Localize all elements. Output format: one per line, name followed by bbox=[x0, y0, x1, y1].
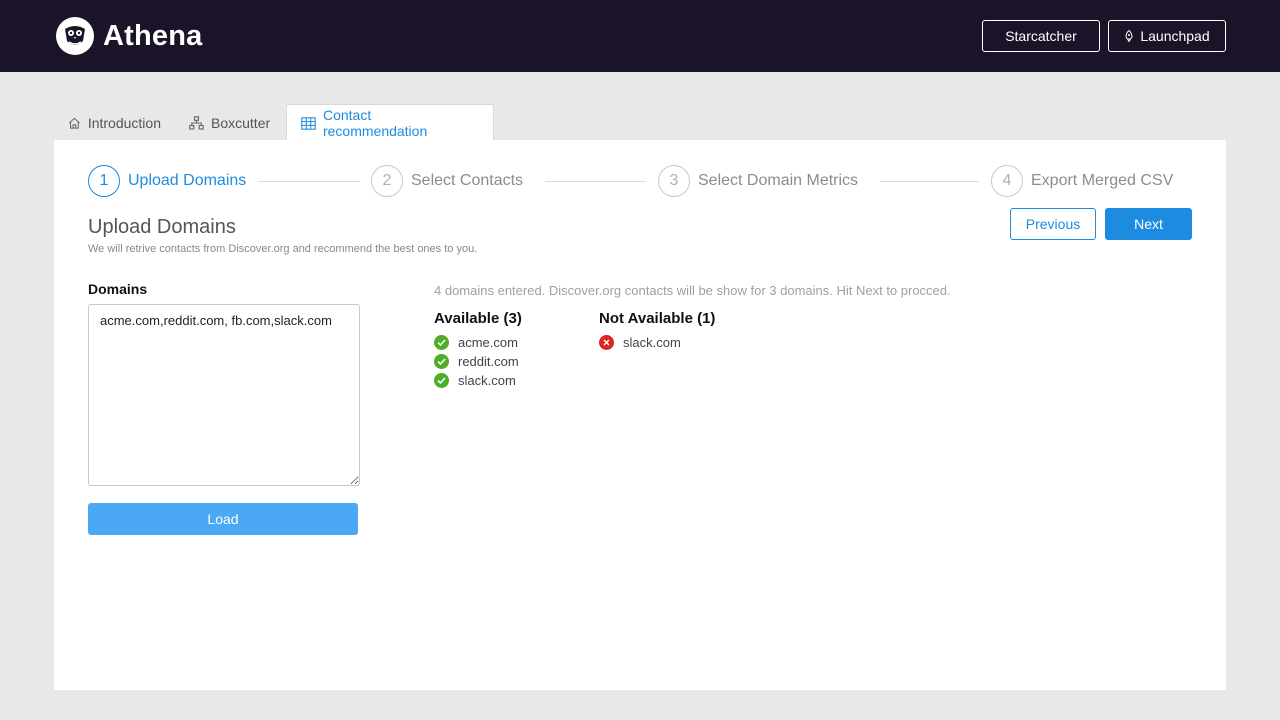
rocket-icon bbox=[1125, 30, 1133, 42]
section-subtitle: We will retrive contacts from Discover.o… bbox=[88, 243, 478, 255]
x-circle-icon bbox=[599, 335, 614, 350]
brand[interactable]: Athena bbox=[56, 17, 203, 55]
previous-button[interactable]: Previous bbox=[1010, 208, 1096, 240]
domains-label: Domains bbox=[88, 281, 148, 297]
list-item: slack.com bbox=[434, 371, 522, 390]
tab-label: Boxcutter bbox=[211, 114, 271, 131]
tab-boxcutter[interactable]: Boxcutter bbox=[175, 104, 286, 141]
load-button[interactable]: Load bbox=[88, 503, 358, 535]
step-export-merged-csv[interactable]: 4 Export Merged CSV bbox=[991, 165, 1173, 197]
step-connector bbox=[880, 181, 979, 182]
tab-label: Introduction bbox=[87, 114, 161, 131]
domain-name: slack.com bbox=[458, 373, 516, 388]
check-circle-icon bbox=[434, 335, 449, 350]
step-select-domain-metrics[interactable]: 3 Select Domain Metrics bbox=[658, 165, 858, 197]
step-select-contacts[interactable]: 2 Select Contacts bbox=[371, 165, 523, 197]
step-number: 4 bbox=[991, 165, 1023, 197]
tab-label: Contact recommendation bbox=[322, 107, 428, 139]
table-icon bbox=[301, 116, 316, 130]
step-number: 1 bbox=[88, 165, 120, 197]
step-number: 3 bbox=[658, 165, 690, 197]
tab-introduction[interactable]: Introduction bbox=[54, 104, 175, 141]
step-label: Select Domain Metrics bbox=[698, 172, 859, 189]
step-upload-domains[interactable]: 1 Upload Domains bbox=[88, 165, 246, 197]
available-title: Available (3) bbox=[434, 310, 522, 327]
sitemap-icon bbox=[189, 115, 204, 130]
domain-name: acme.com bbox=[458, 335, 518, 350]
available-list: Available (3) acme.com reddit.com slack.… bbox=[434, 310, 522, 390]
section-title: Upload Domains bbox=[88, 216, 236, 238]
step-connector bbox=[258, 181, 360, 182]
main-panel: 1 Upload Domains 2 Select Contacts 3 Sel… bbox=[54, 140, 1226, 690]
step-label: Upload Domains bbox=[128, 172, 247, 189]
unavailable-list: Not Available (1) slack.com bbox=[599, 310, 715, 352]
launchpad-button[interactable]: Launchpad bbox=[1108, 20, 1226, 52]
step-connector bbox=[545, 181, 646, 182]
list-item: reddit.com bbox=[434, 352, 522, 371]
unavailable-title: Not Available (1) bbox=[599, 310, 716, 327]
domains-summary: 4 domains entered. Discover.org contacts… bbox=[434, 283, 951, 298]
owl-logo-icon bbox=[56, 17, 94, 55]
top-bar: Athena Starcatcher Launchpad bbox=[0, 0, 1280, 72]
check-circle-icon bbox=[434, 373, 449, 388]
domain-name: reddit.com bbox=[458, 354, 519, 369]
home-icon bbox=[68, 117, 80, 129]
step-label: Export Merged CSV bbox=[1031, 172, 1174, 189]
launchpad-label: Launchpad bbox=[1140, 28, 1210, 44]
stepper: 1 Upload Domains 2 Select Contacts 3 Sel… bbox=[88, 165, 1173, 197]
step-number: 2 bbox=[371, 165, 403, 197]
check-circle-icon bbox=[434, 354, 449, 369]
domain-name: slack.com bbox=[623, 335, 681, 350]
list-item: slack.com bbox=[599, 333, 715, 352]
app-name: Athena bbox=[103, 19, 203, 52]
step-label: Select Contacts bbox=[411, 172, 524, 189]
list-item: acme.com bbox=[434, 333, 522, 352]
domains-textarea[interactable] bbox=[88, 304, 360, 486]
next-button[interactable]: Next bbox=[1105, 208, 1192, 240]
starcatcher-button[interactable]: Starcatcher bbox=[982, 20, 1100, 52]
tab-bar: Introduction Boxcutter Contact recommend… bbox=[54, 104, 494, 141]
tab-contact-recommendation[interactable]: Contact recommendation bbox=[286, 104, 494, 141]
